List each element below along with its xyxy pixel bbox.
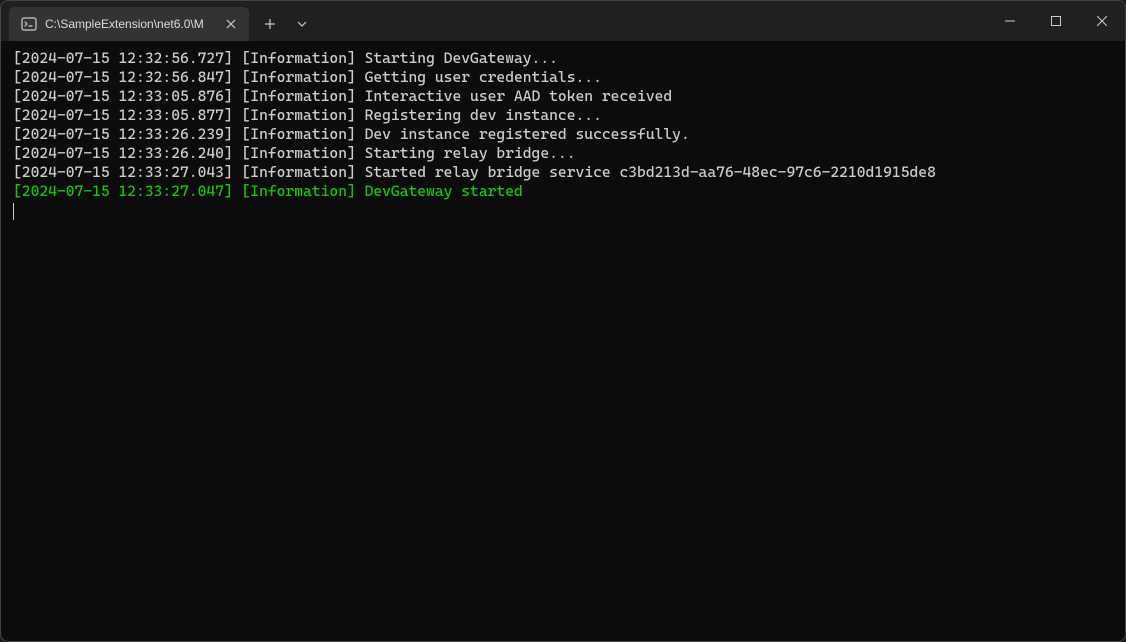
terminal-tab[interactable]: C:\SampleExtension\net6.0\M [9,7,249,41]
window-titlebar: C:\SampleExtension\net6.0\M [1,1,1125,41]
log-line: [2024-07-15 12:33:27.043] [Information] … [13,163,1121,182]
log-line: [2024-07-15 12:33:26.239] [Information] … [13,125,1121,144]
terminal-icon [21,16,37,32]
log-line: [2024-07-15 12:33:27.047] [Information] … [13,182,1121,201]
log-line: [2024-07-15 12:32:56.727] [Information] … [13,49,1121,68]
tab-title: C:\SampleExtension\net6.0\M [45,17,215,31]
close-window-button[interactable] [1079,1,1125,41]
log-line: [2024-07-15 12:32:56.847] [Information] … [13,68,1121,87]
log-line: [2024-07-15 12:33:05.876] [Information] … [13,87,1121,106]
terminal-output[interactable]: [2024-07-15 12:32:56.727] [Information] … [1,41,1125,641]
window-controls [987,1,1125,41]
maximize-button[interactable] [1033,1,1079,41]
log-container: [2024-07-15 12:32:56.727] [Information] … [13,49,1121,201]
titlebar-left: C:\SampleExtension\net6.0\M [1,1,317,41]
tab-close-button[interactable] [223,16,239,32]
log-line: [2024-07-15 12:33:26.240] [Information] … [13,144,1121,163]
tab-dropdown-button[interactable] [287,7,317,41]
new-tab-button[interactable] [253,7,287,41]
minimize-button[interactable] [987,1,1033,41]
terminal-cursor [13,203,14,220]
log-line: [2024-07-15 12:33:05.877] [Information] … [13,106,1121,125]
